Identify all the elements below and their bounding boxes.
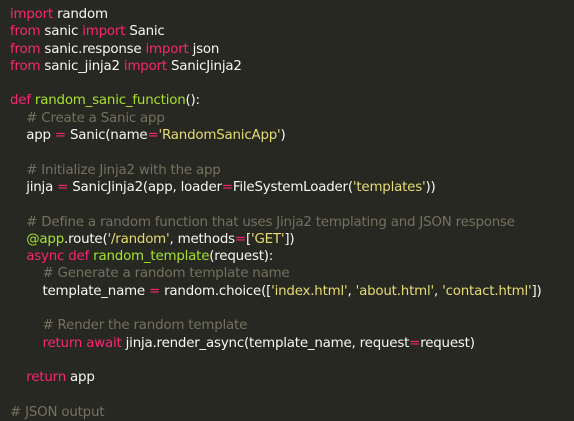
code-token: 'RandomSanicApp' [158, 128, 281, 144]
code-token: def [10, 93, 31, 109]
code-token: jinja [10, 179, 58, 195]
code-token: 'index.html' [271, 283, 348, 299]
code-token: SanicJinja2 [166, 58, 242, 74]
code-line: from sanic import Sanic [10, 23, 574, 40]
code-token: from [10, 41, 41, 57]
code-line: import random [10, 6, 574, 23]
code-line: app = Sanic(name='RandomSanicApp') [10, 127, 574, 144]
code-token: random [53, 7, 108, 22]
code-token: FileSystemLoader( [232, 179, 353, 195]
code-line: @app.route('/random', methods=['GET']) [10, 231, 574, 248]
code-token: @app [26, 231, 65, 247]
code-token: .route( [64, 231, 108, 247]
code-token: from [10, 24, 41, 40]
code-token: = [54, 128, 66, 144]
code-token: import [145, 41, 189, 57]
code-token: sanic_jinja2 [40, 58, 124, 74]
code-token: return await [42, 335, 122, 351]
code-line: # Render the random template [10, 317, 574, 334]
code-token: json [188, 41, 220, 57]
code-line: from sanic_jinja2 import SanicJinja2 [10, 58, 574, 75]
code-token: jinja.render_async(template_name, reques… [121, 335, 410, 351]
code-token: )) [425, 179, 436, 195]
code-token: ) [280, 128, 286, 144]
code-token: '/random' [107, 231, 170, 247]
code-token: sanic.response [40, 41, 146, 57]
code-token: ]) [531, 283, 542, 299]
code-token: # Render the random template [42, 318, 248, 334]
code-token: , [347, 283, 356, 299]
code-token: # JSON output [10, 404, 105, 420]
code-line: # Define a random function that uses Jin… [10, 214, 574, 231]
code-token: = [147, 128, 159, 144]
code-token: # Create a Sanic app [26, 110, 165, 126]
code-line: # Initialize Jinja2 with the app [10, 162, 574, 179]
code-token: import [123, 58, 167, 74]
code-token: async def [26, 249, 90, 265]
code-token: return [26, 370, 66, 386]
code-token: # Define a random function that uses Jin… [26, 214, 515, 230]
code-token: , methods [169, 231, 236, 247]
code-token: # Generate a random template name [42, 266, 290, 282]
code-line: return app [10, 369, 574, 386]
code-token: (request): [209, 249, 274, 265]
code-token: 'GET' [250, 231, 285, 247]
code-line: def random_sanic_function(): [10, 92, 574, 109]
code-token: 'templates' [352, 179, 426, 195]
code-token: # Initialize Jinja2 with the app [26, 162, 221, 178]
code-token: ]) [284, 231, 295, 247]
code-line: # JSON output [10, 404, 574, 421]
code-line: return await jinja.render_async(template… [10, 335, 574, 352]
code-token: = [409, 335, 421, 351]
code-line: async def random_template(request): [10, 248, 574, 265]
code-token: = [221, 179, 233, 195]
code-token: sanic [40, 24, 83, 40]
code-token: random_template [93, 249, 210, 265]
code-editor[interactable]: import random from sanic import Sanic from… [0, 0, 574, 420]
code-token: from [10, 58, 41, 74]
code-token: (): [185, 93, 201, 109]
code-token: app [10, 128, 55, 144]
code-token: template_name [10, 283, 150, 299]
code-token: = [57, 179, 69, 195]
code-line: from sanic.response import json [10, 41, 574, 58]
code-line: # Generate a random template name [10, 265, 574, 282]
code-token: import [10, 7, 54, 22]
code-token: app [65, 370, 95, 386]
code-token: import [82, 24, 126, 40]
code-token: = [234, 231, 246, 247]
code-line: # Create a Sanic app [10, 110, 574, 127]
code-token: 'about.html' [355, 283, 435, 299]
code-token: random_sanic_function [34, 93, 186, 109]
code-token: request) [420, 335, 475, 351]
code-line: jinja = SanicJinja2(app, loader=FileSyst… [10, 179, 574, 196]
code-token: random.choice([ [160, 283, 272, 299]
code-token: , [433, 283, 443, 299]
code-token: = [149, 283, 161, 299]
code-token: SanicJinja2(app, loader [68, 179, 222, 195]
code-token: Sanic [125, 24, 165, 40]
code-line: template_name = random.choice(['index.ht… [10, 283, 574, 300]
code-token: Sanic(name [65, 128, 148, 144]
code-token: 'contact.html' [442, 283, 532, 299]
